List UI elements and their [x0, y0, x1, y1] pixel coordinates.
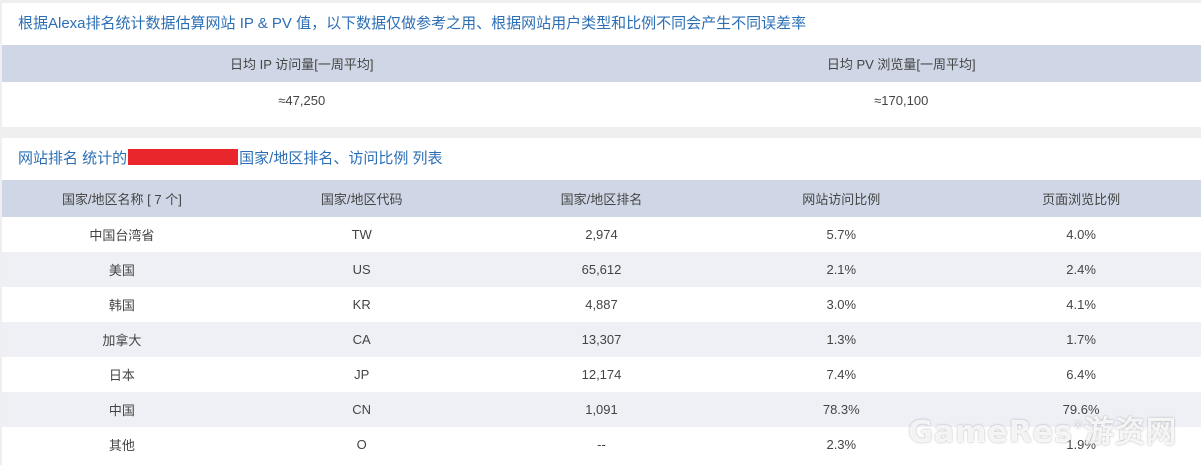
estimate-title: 根据Alexa排名统计数据估算网站 IP & PV 值，以下数据仅做参考之用、根… [18, 15, 807, 32]
table-row: 日本 JP 12,174 7.4% 6.4% [2, 357, 1201, 392]
country-rank-header: 国家/地区排名 [481, 180, 722, 217]
daily-pv-header: 日均 PV 浏览量[一周平均] [601, 45, 1201, 82]
table-row: 韩国 KR 4,887 3.0% 4.1% [2, 287, 1201, 322]
table-row: 中国台湾省 TW 2,974 5.7% 4.0% [2, 217, 1201, 252]
country-rank: 13,307 [481, 322, 722, 357]
ranking-title: 网站排名 统计的 国家/地区排名、访问比例 列表 [2, 138, 1201, 180]
country-name: 加拿大 [2, 322, 242, 357]
country-rank: 12,174 [581, 367, 622, 382]
estimate-value-row: ≈47,250 ≈170,100 [2, 82, 1201, 118]
country-name: 日本 [108, 368, 135, 383]
daily-ip-header: 日均 IP 访问量[一周平均] [2, 45, 602, 82]
country-code: KR [352, 297, 371, 312]
country-rank: -- [597, 437, 606, 452]
country-name: 其他 [108, 438, 135, 453]
gameres-watermark: GameRes®游资网 [908, 407, 1177, 451]
visit-ratio: 3.0% [826, 297, 857, 312]
visit-ratio: 2.1% [721, 252, 962, 287]
pageview-ratio: 6.4% [1066, 367, 1096, 382]
ranking-title-prefix: 网站排名 统计的 [18, 150, 128, 167]
pageview-ratio: 2.4% [961, 252, 1201, 287]
country-code: CA [241, 322, 482, 357]
registered-mark: ® [1073, 420, 1084, 431]
visit-ratio-header: 网站访问比例 [721, 180, 962, 217]
country-code: US [241, 252, 482, 287]
pageview-ratio: 4.0% [1066, 227, 1096, 242]
estimate-header-row: 日均 IP 访问量[一周平均] 日均 PV 浏览量[一周平均] [2, 45, 1201, 82]
country-code: JP [354, 367, 370, 382]
ranking-header-row: 国家/地区名称 [ 7 个] 国家/地区代码 国家/地区排名 网站访问比例 页面… [2, 180, 1201, 217]
country-name-header: 国家/地区名称 [ 7 个] [2, 180, 242, 217]
country-rank: 65,612 [481, 252, 722, 287]
country-code: TW [351, 227, 372, 242]
watermark-suffix: 游资网 [1084, 415, 1177, 450]
table-row: 美国 US 65,612 2.1% 2.4% [2, 252, 1201, 287]
redacted-domain [128, 149, 239, 165]
pageview-ratio-header: 页面浏览比例 [961, 180, 1201, 217]
country-rank: 1,091 [481, 392, 722, 427]
country-name: 中国台湾省 [89, 228, 155, 243]
visit-ratio: 5.7% [826, 227, 857, 242]
country-name: 韩国 [108, 298, 135, 313]
pageview-ratio: 1.7% [961, 322, 1201, 357]
daily-pv-value: ≈170,100 [874, 92, 929, 108]
country-code: O [356, 437, 367, 452]
estimate-table: 日均 IP 访问量[一周平均] 日均 PV 浏览量[一周平均] ≈47,250 … [2, 45, 1201, 118]
country-rank: 4,887 [585, 297, 618, 312]
country-name: 中国 [2, 392, 242, 427]
daily-ip-value: ≈47,250 [278, 92, 326, 108]
country-code-header: 国家/地区代码 [241, 180, 482, 217]
pageview-ratio: 4.1% [1066, 297, 1096, 312]
table-row: 加拿大 CA 13,307 1.3% 1.7% [2, 322, 1201, 357]
country-name: 美国 [2, 252, 242, 287]
country-rank: 2,974 [585, 227, 618, 242]
ranking-title-suffix: 国家/地区排名、访问比例 列表 [239, 150, 443, 167]
country-code: CN [241, 392, 482, 427]
ip-pv-estimate-panel: 根据Alexa排名统计数据估算网站 IP & PV 值，以下数据仅做参考之用、根… [2, 3, 1201, 127]
watermark-text: GameRes [908, 415, 1073, 450]
visit-ratio: 1.3% [721, 322, 962, 357]
visit-ratio: 7.4% [826, 367, 857, 382]
